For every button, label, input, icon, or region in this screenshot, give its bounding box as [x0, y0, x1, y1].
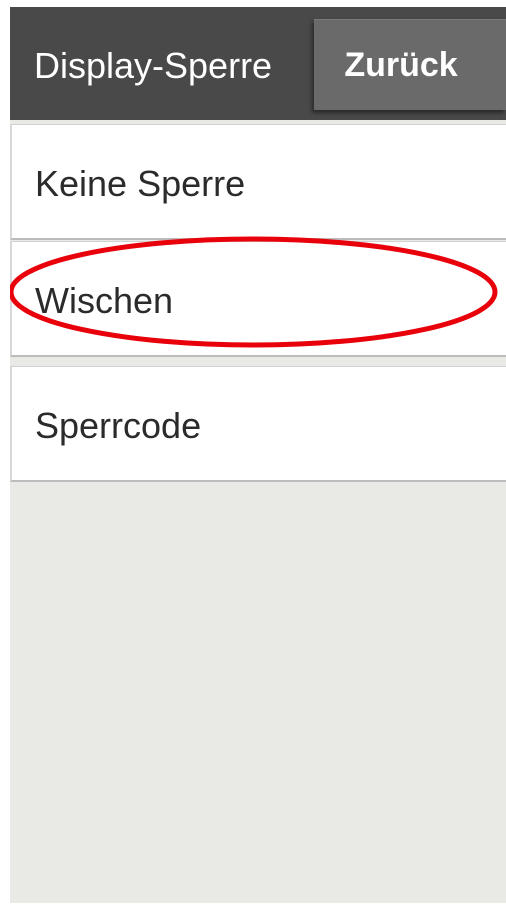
- back-button[interactable]: Zurück: [314, 19, 506, 110]
- option-swipe[interactable]: Wischen: [10, 241, 506, 357]
- page-title: Display-Sperre: [34, 45, 273, 86]
- option-label: Sperrcode: [35, 405, 202, 446]
- option-pin-code[interactable]: Sperrcode: [10, 366, 506, 482]
- option-label: Keine Sperre: [35, 163, 246, 204]
- back-button-label: Zurück: [344, 45, 458, 84]
- option-label: Wischen: [35, 280, 174, 321]
- lock-screen-settings: Display-Sperre Zurück Keine Sperre Wisch…: [10, 7, 506, 903]
- option-no-lock[interactable]: Keine Sperre: [10, 124, 506, 240]
- header-bar: Display-Sperre Zurück: [10, 7, 506, 120]
